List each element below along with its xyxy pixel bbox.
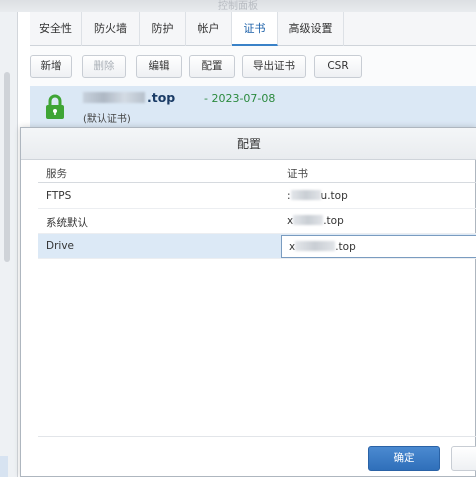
service-name: Drive [46,240,74,252]
left-selected-item[interactable] [0,456,8,477]
left-scrollbar[interactable] [4,72,10,262]
tab-security[interactable]: 安全性 [30,12,82,46]
window-titlebar: 控制面板 [0,0,476,12]
ok-button[interactable]: 确定 [368,446,440,471]
table-row[interactable]: FTPS : u.top [38,184,476,209]
cancel-button[interactable] [451,446,476,471]
column-certificate: 证书 [287,168,308,180]
certificate-list-item[interactable]: .top - 2023-07-08 (默认证书) [30,86,476,128]
dialog-footer-divider [38,436,476,437]
export-certificate-button[interactable]: 导出证书 [242,55,306,78]
domain-suffix: .top [147,90,176,105]
configure-dialog: 配置 服务 证书 FTPS : u.top 系统默认 x .top Drive x.… [20,127,476,477]
grid-header: 服务 证书 [38,161,476,183]
dialog-title: 配置 [21,128,476,160]
certificate-value: : u.top [287,190,348,202]
certificate-note: (默认证书) [83,114,131,125]
toolbar: 新增 删除 编辑 配置 导出证书 CSR [30,46,476,86]
tab-protection[interactable]: 防护 [140,12,186,46]
configure-button[interactable]: 配置 [189,55,235,78]
service-name: FTPS [46,190,72,202]
csr-button[interactable]: CSR [314,55,362,78]
lock-icon [46,94,64,119]
certificate-value: x .top [287,215,344,227]
window-title: 控制面板 [218,1,258,12]
column-service: 服务 [46,168,67,180]
service-name: 系统默认 [46,217,88,229]
tab-bar: 安全性 防火墙 防护 帐户 证书 高级设置 [30,12,476,46]
redacted-domain [83,92,145,103]
delete-button[interactable]: 删除 [82,55,126,78]
table-row-selected[interactable]: Drive x .top [38,234,476,259]
table-row[interactable]: 系统默认 x .top [38,209,476,234]
tab-certificate[interactable]: 证书 [232,12,278,46]
edit-button[interactable]: 编辑 [136,55,182,78]
tab-firewall[interactable]: 防火墙 [82,12,140,46]
certificate-value: x .top [289,241,356,253]
certificate-domain: .top [83,90,175,105]
tab-account[interactable]: 帐户 [186,12,232,46]
tab-advanced[interactable]: 高级设置 [278,12,344,46]
certificate-select[interactable]: x .top [281,235,476,258]
add-button[interactable]: 新增 [30,55,72,78]
certificate-date: - 2023-07-08 [204,92,276,105]
left-panel [0,12,18,477]
